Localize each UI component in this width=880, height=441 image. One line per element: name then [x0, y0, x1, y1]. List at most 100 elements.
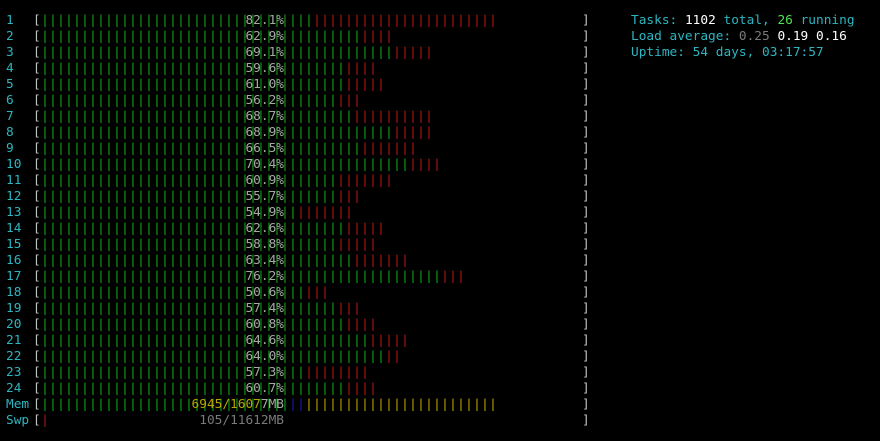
cpu-user-tick: | — [89, 253, 97, 268]
cpu-label: 20 — [6, 317, 22, 332]
cpu-user-tick: | — [121, 157, 129, 172]
cpu-user-tick: | — [289, 349, 297, 364]
cpu-label: 5 — [6, 77, 14, 92]
cpu-user-tick: | — [345, 109, 353, 124]
cpu-kernel-tick: | — [361, 29, 369, 44]
cpu-user-tick: | — [201, 173, 209, 188]
cpu-user-tick: | — [289, 45, 297, 60]
cpu-user-tick: | — [233, 93, 241, 108]
cpu-user-tick: | — [369, 125, 377, 140]
cpu-user-tick: | — [201, 77, 209, 92]
tasks-running: 26 — [777, 13, 793, 28]
memory-used-tick: | — [73, 397, 81, 412]
cpu-user-tick: | — [153, 365, 161, 380]
bracket-open: [ — [33, 317, 41, 332]
bracket-close: ] — [582, 253, 590, 268]
cpu-meter-row: 8[| | | | | | | | | | | | | | | | | | | | | | | | | | | | | | | | | | | | | |… — [6, 125, 590, 141]
cpu-user-tick: | — [185, 253, 193, 268]
cpu-kernel-tick: | — [409, 109, 417, 124]
cpu-kernel-tick: | — [377, 29, 385, 44]
memory-cache-tick: | — [313, 397, 321, 412]
cpu-kernel-tick: | — [337, 13, 345, 28]
cpu-kernel-tick: | — [353, 77, 361, 92]
cpu-user-tick: | — [193, 301, 201, 316]
cpu-meter-row: 9[| | | | | | | | | | | | | | | | | | | | | | | | | | | | | | | | | | | | | |… — [6, 141, 590, 157]
cpu-kernel-tick: | — [401, 45, 409, 60]
cpu-user-tick: | — [73, 381, 81, 396]
bracket-close: ] — [582, 45, 590, 60]
cpu-user-tick: | — [297, 333, 305, 348]
cpu-usage-bar: | | | | | | | | | | | | | | | | | | | | | | | | | | | | | | | | | | | | | | | |… — [41, 381, 377, 397]
cpu-kernel-tick: | — [409, 157, 417, 172]
cpu-kernel-tick: | — [361, 221, 369, 236]
cpu-user-tick: | — [121, 13, 129, 28]
cpu-kernel-tick: | — [305, 285, 313, 300]
cpu-user-tick: | — [233, 221, 241, 236]
cpu-user-tick: | — [89, 221, 97, 236]
cpu-user-tick: | — [113, 221, 121, 236]
cpu-user-tick: | — [177, 253, 185, 268]
cpu-user-tick: | — [209, 45, 217, 60]
bracket-close: ] — [582, 381, 590, 396]
cpu-user-tick: | — [129, 221, 137, 236]
cpu-kernel-tick: | — [361, 381, 369, 396]
cpu-user-tick: | — [321, 237, 329, 252]
cpu-user-tick: | — [89, 93, 97, 108]
cpu-user-tick: | — [385, 125, 393, 140]
cpu-kernel-tick: | — [345, 221, 353, 236]
tasks-total-word: total, — [723, 13, 770, 28]
memory-cache-tick: | — [369, 397, 377, 412]
cpu-user-tick: | — [153, 157, 161, 172]
cpu-user-tick: | — [129, 189, 137, 204]
cpu-usage-bar: | | | | | | | | | | | | | | | | | | | | | | | | | | | | | | | | | | | | | | | |… — [41, 125, 433, 141]
cpu-user-tick: | — [169, 29, 177, 44]
memory-value: 6945/16077MB — [192, 397, 284, 413]
cpu-user-tick: | — [329, 29, 337, 44]
bracket-close: ] — [582, 157, 590, 172]
cpu-user-tick: | — [201, 45, 209, 60]
cpu-user-tick: | — [297, 189, 305, 204]
cpu-user-tick: | — [49, 61, 57, 76]
cpu-user-tick: | — [65, 317, 73, 332]
cpu-meter-row: 4[| | | | | | | | | | | | | | | | | | | | | | | | | | | | | | | | | | | | | |… — [6, 61, 590, 77]
cpu-user-tick: | — [377, 157, 385, 172]
cpu-user-tick: | — [225, 365, 233, 380]
cpu-user-tick: | — [305, 61, 313, 76]
cpu-user-tick: | — [289, 93, 297, 108]
cpu-user-tick: | — [313, 269, 321, 284]
cpu-user-tick: | — [121, 301, 129, 316]
cpu-user-tick: | — [337, 333, 345, 348]
cpu-kernel-tick: | — [377, 13, 385, 28]
cpu-user-tick: | — [161, 349, 169, 364]
cpu-user-tick: | — [129, 45, 137, 60]
cpu-user-tick: | — [225, 141, 233, 156]
cpu-user-tick: | — [377, 45, 385, 60]
cpu-user-tick: | — [305, 173, 313, 188]
cpu-kernel-tick: | — [361, 77, 369, 92]
cpu-user-tick: | — [113, 13, 121, 28]
cpu-user-tick: | — [145, 349, 153, 364]
cpu-meter-row: 7[| | | | | | | | | | | | | | | | | | | | | | | | | | | | | | | | | | | | | |… — [6, 109, 590, 125]
cpu-user-tick: | — [233, 109, 241, 124]
cpu-user-tick: | — [113, 45, 121, 60]
cpu-user-tick: | — [177, 189, 185, 204]
cpu-user-tick: | — [137, 301, 145, 316]
cpu-user-tick: | — [153, 349, 161, 364]
cpu-user-tick: | — [177, 109, 185, 124]
cpu-user-tick: | — [177, 157, 185, 172]
cpu-user-tick: | — [185, 365, 193, 380]
cpu-user-tick: | — [57, 141, 65, 156]
cpu-user-tick: | — [57, 381, 65, 396]
cpu-user-tick: | — [81, 301, 89, 316]
cpu-kernel-tick: | — [417, 13, 425, 28]
cpu-user-tick: | — [65, 13, 73, 28]
cpu-user-tick: | — [177, 93, 185, 108]
cpu-user-tick: | — [73, 125, 81, 140]
cpu-user-tick: | — [41, 93, 49, 108]
cpu-user-tick: | — [185, 13, 193, 28]
cpu-kernel-tick: | — [385, 173, 393, 188]
memory-used-tick: | — [161, 397, 169, 412]
memory-cache-tick: | — [305, 397, 313, 412]
tasks-label: Tasks: — [631, 13, 678, 28]
cpu-kernel-tick: | — [433, 13, 441, 28]
